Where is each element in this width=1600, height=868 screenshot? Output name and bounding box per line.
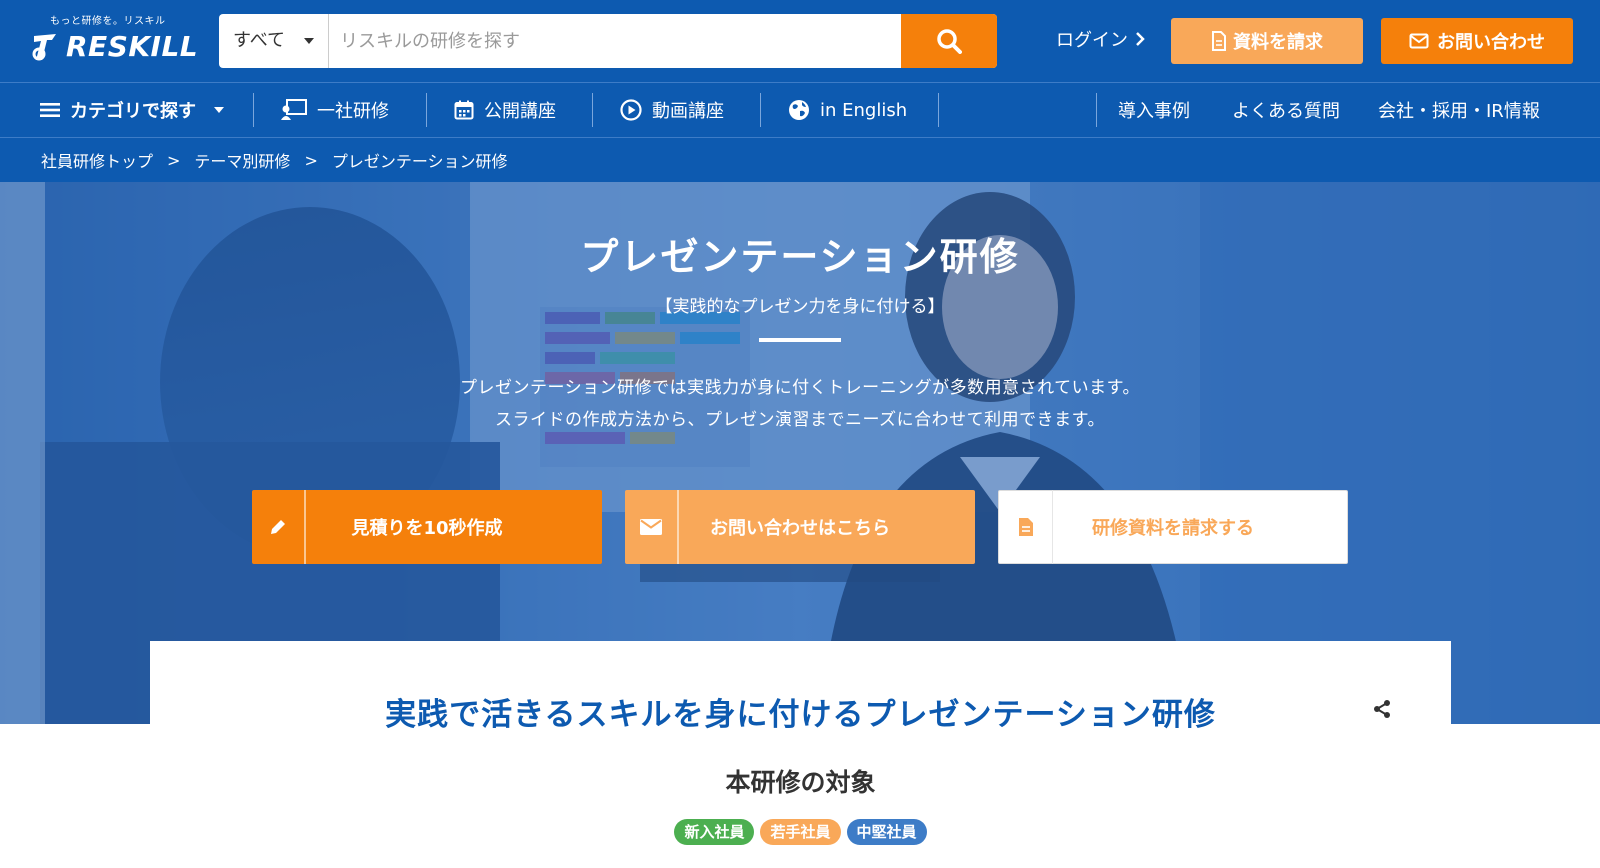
nav-item-faq[interactable]: よくある質問	[1232, 83, 1340, 137]
search-icon	[937, 29, 962, 54]
audience-badge: 若手社員	[760, 819, 841, 845]
nav-category[interactable]: カテゴリで探す	[40, 83, 224, 137]
calendar-icon	[454, 100, 474, 120]
nav-item-label: 動画講座	[652, 101, 724, 122]
nav-item-label: よくある質問	[1232, 101, 1340, 122]
nav-item-label: 導入事例	[1118, 101, 1190, 122]
nav-item-inhouse[interactable]: 一社研修	[281, 83, 389, 137]
contact-label: お問い合わせ	[1437, 32, 1545, 53]
nav-item-label: 会社・採用・IR情報	[1378, 101, 1540, 122]
audience-badge: 中堅社員	[846, 819, 927, 845]
nav-divider	[938, 93, 939, 127]
breadcrumb: 社員研修トップ > テーマ別研修 > プレゼンテーション研修	[0, 138, 1600, 182]
breadcrumb-item[interactable]: 社員研修トップ	[41, 148, 153, 172]
target-audience-title: 本研修の対象	[725, 768, 876, 797]
request-docs-button[interactable]: 資料を請求	[1171, 18, 1363, 64]
chevron-down-icon	[214, 107, 224, 113]
nav-item-cases[interactable]: 導入事例	[1118, 83, 1190, 137]
nav-category-label: カテゴリで探す	[70, 101, 196, 122]
search-bar: すべて	[219, 14, 997, 68]
breadcrumb-separator: >	[304, 150, 318, 170]
inquiry-button[interactable]: お問い合わせはこちら	[625, 490, 975, 564]
target-audience-badges: 新入社員 若手社員 中堅社員	[150, 819, 1451, 845]
estimate-button[interactable]: 見積りを10秒作成	[252, 490, 602, 564]
breadcrumb-item[interactable]: テーマ別研修	[194, 148, 290, 172]
nav-item-label: 公開講座	[484, 101, 556, 122]
nav-divider	[253, 93, 254, 127]
search-input[interactable]	[330, 14, 891, 68]
inquiry-button-label: お問い合わせはこちら	[710, 518, 890, 539]
request-material-button[interactable]: 研修資料を請求する	[998, 490, 1348, 564]
logo-wordmark: RESKILL	[66, 30, 199, 63]
login-label: ログイン	[1056, 30, 1128, 51]
globe-icon	[789, 100, 809, 120]
share-icon[interactable]	[1372, 699, 1392, 719]
chevron-down-icon	[304, 38, 314, 44]
reskill-logo[interactable]: もっと研修を。リスキル RESKILL	[30, 12, 198, 70]
mail-icon	[1409, 33, 1429, 49]
nav-divider	[592, 93, 593, 127]
content-card: 実践で活きるスキルを身に付けるプレゼンテーション研修 本研修の対象 新入社員 若…	[150, 641, 1451, 868]
description-line: プレゼンテーション研修では実践力が身に付くトレーニングが多数用意されています。	[460, 378, 1140, 398]
section-title: 実践で活きるスキルを身に付けるプレゼンテーション研修	[385, 697, 1216, 733]
contact-button[interactable]: お問い合わせ	[1381, 18, 1573, 64]
nav-divider	[426, 93, 427, 127]
estimate-button-label: 見積りを10秒作成	[351, 518, 503, 539]
audience-badge: 新入社員	[674, 819, 755, 845]
envelope-icon	[625, 490, 679, 564]
nav-divider	[760, 93, 761, 127]
nav-item-label: in English	[820, 99, 908, 121]
nav-item-english[interactable]: in English	[788, 83, 907, 137]
top-header: もっと研修を。リスキル RESKILL すべて ログイン	[0, 0, 1600, 82]
search-scope-select[interactable]: すべて	[219, 14, 329, 68]
page-title: プレゼンテーション研修	[580, 235, 1020, 279]
page-subtitle: 【実践的なプレゼン力を身に付ける】	[655, 297, 945, 317]
breadcrumb-current: プレゼンテーション研修	[331, 152, 508, 171]
nav-item-video[interactable]: 動画講座	[620, 83, 724, 137]
title-divider	[759, 338, 841, 342]
page-description: プレゼンテーション研修では実践力が身に付くトレーニングが多数用意されています。 …	[0, 372, 1600, 436]
main-nav: カテゴリで探す 一社研修 公開講座 動画講座 in English 導入事例 よ…	[0, 82, 1600, 138]
nav-divider	[1096, 93, 1097, 127]
login-link[interactable]: ログイン	[1056, 26, 1146, 52]
request-material-button-label: 研修資料を請求する	[1092, 518, 1254, 539]
logo-tagline: もっと研修を。リスキル	[50, 16, 166, 27]
document-icon	[1212, 31, 1226, 51]
presentation-icon	[281, 99, 307, 120]
request-docs-label: 資料を請求	[1233, 32, 1323, 53]
reskill-logo-icon	[32, 34, 56, 61]
document-icon	[999, 490, 1053, 564]
nav-item-public[interactable]: 公開講座	[454, 83, 556, 137]
breadcrumb-separator: >	[167, 150, 181, 170]
nav-item-company[interactable]: 会社・採用・IR情報	[1378, 83, 1540, 137]
chevron-right-icon	[1136, 32, 1145, 46]
search-scope-label: すべて	[233, 30, 286, 51]
search-button[interactable]	[901, 14, 997, 68]
nav-item-label: 一社研修	[317, 101, 389, 122]
pencil-icon	[252, 490, 306, 564]
description-line: スライドの作成方法から、プレゼン演習までニーズに合わせて利用できます。	[495, 410, 1105, 430]
hamburger-icon	[40, 103, 60, 117]
play-circle-icon	[620, 99, 642, 121]
